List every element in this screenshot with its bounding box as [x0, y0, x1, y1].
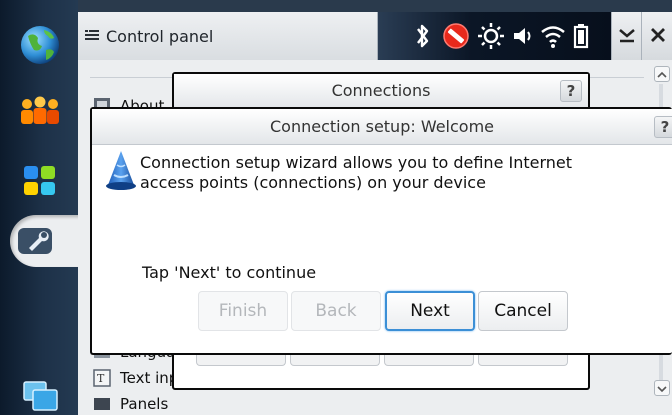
volume-icon — [514, 28, 531, 44]
connections-help-button[interactable]: ? — [560, 80, 582, 102]
status-area[interactable] — [378, 12, 611, 60]
close-button[interactable] — [641, 12, 672, 60]
wifi-icon — [541, 26, 565, 48]
scroll-down-button[interactable] — [654, 380, 670, 396]
back-button[interactable]: Back — [291, 291, 381, 331]
close-icon — [651, 28, 665, 42]
wizard-hat-icon — [106, 151, 136, 190]
bluetooth-icon — [417, 24, 429, 48]
task-switcher-icon[interactable] — [0, 360, 78, 415]
contacts-icon[interactable] — [0, 84, 78, 142]
battery-icon — [573, 24, 589, 49]
minimize-icon — [619, 29, 635, 43]
minimize-button[interactable] — [611, 12, 641, 60]
svg-text:T: T — [97, 372, 105, 385]
panels-icon — [94, 398, 110, 410]
cancel-button[interactable]: Cancel — [478, 291, 568, 331]
connections-dialog-title: Connections — [174, 74, 588, 108]
wizard-description: Connection setup wizard allows you to de… — [140, 153, 573, 192]
text-input-icon: T — [93, 369, 111, 387]
list-item-label: Panels — [120, 395, 169, 413]
next-button[interactable]: Next — [385, 291, 475, 331]
menu-icon — [85, 30, 99, 40]
settings-tab[interactable] — [0, 210, 88, 272]
task-launcher — [0, 0, 88, 415]
finish-button[interactable]: Finish — [198, 291, 288, 331]
window-title: Control panel — [106, 26, 214, 46]
chevron-down-icon — [657, 386, 667, 393]
presence-busy-icon — [443, 23, 469, 49]
brightness-icon — [478, 23, 504, 49]
scroll-up-button[interactable] — [654, 66, 670, 82]
window-menu-button[interactable]: Control panel — [78, 12, 378, 60]
chevron-up-icon — [657, 71, 667, 78]
wrench-icon — [18, 228, 52, 254]
status-bar: Control panel — [78, 12, 672, 60]
applications-icon[interactable] — [0, 152, 78, 210]
setup-dialog-titlebar: Connection setup: Welcome ? — [92, 109, 672, 145]
setup-dialog-title: Connection setup: Welcome — [269, 117, 495, 136]
list-item-panels[interactable]: Panels — [92, 394, 168, 414]
wizard-instruction: Tap 'Next' to continue — [142, 263, 317, 282]
web-browser-icon[interactable] — [0, 16, 78, 74]
connection-setup-dialog: Connection setup: Welcome ? Connection s… — [90, 107, 672, 355]
setup-help-button[interactable]: ? — [654, 116, 672, 138]
window-controls — [611, 12, 672, 60]
